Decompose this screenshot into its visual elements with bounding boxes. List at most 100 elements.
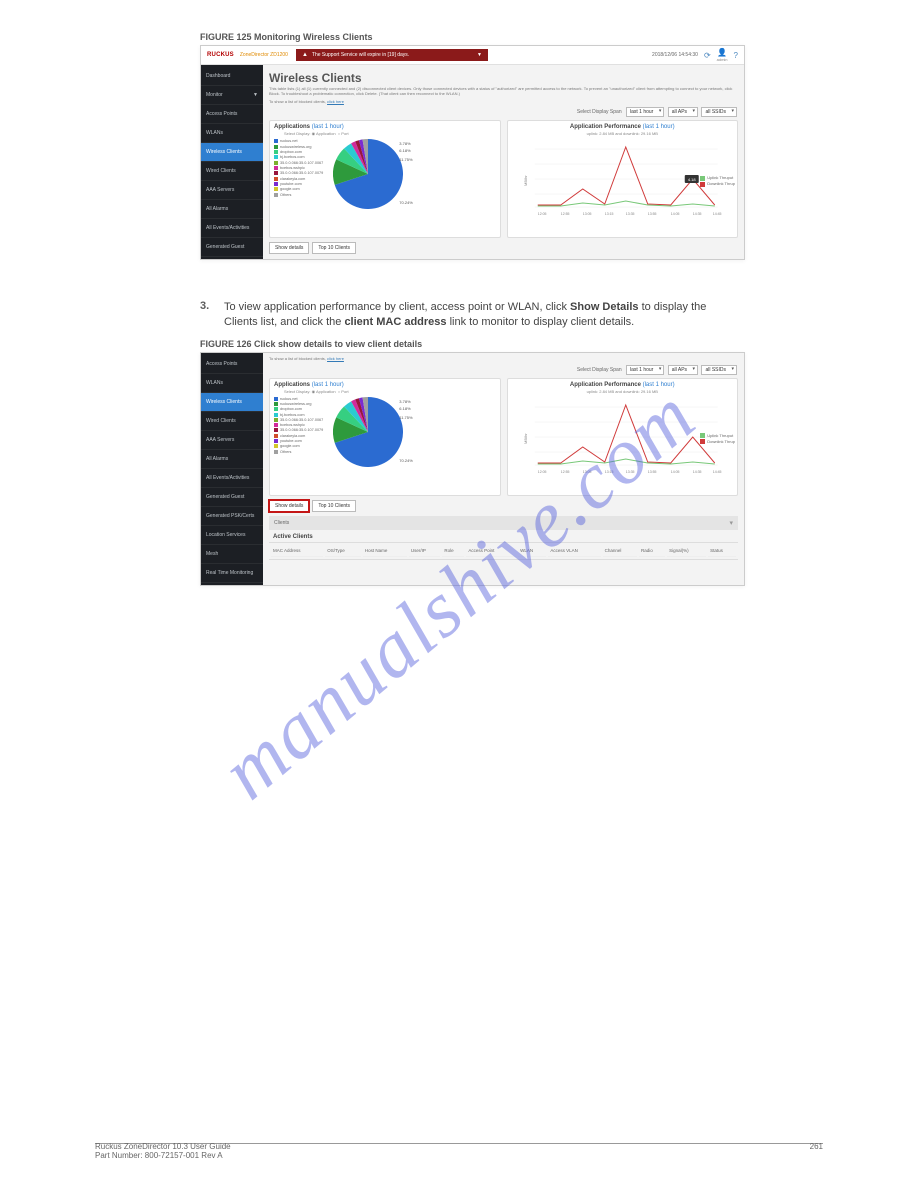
blocked-clients-note: To show a list of blocked clients, click…	[269, 100, 738, 105]
expire-banner[interactable]: ▲ The Support Service will expire in [19…	[296, 49, 488, 61]
sidebar: Dashboard Monitor▼ Access Points WLANs W…	[201, 65, 263, 259]
pie-legend: ruckus.net ruckuswireless.org dropbox.co…	[274, 139, 323, 197]
sidebar-item-monitor[interactable]: Monitor▼	[201, 86, 263, 105]
click-here-link[interactable]: click here	[327, 356, 344, 361]
svg-text:13:05: 13:05	[582, 212, 591, 216]
active-clients-title: Active Clients	[273, 534, 738, 540]
svg-text:12:05: 12:05	[537, 470, 546, 474]
svg-text:13:05: 13:05	[582, 470, 591, 474]
svg-text:13:35: 13:35	[625, 470, 634, 474]
sidebar-2: Access Points WLANs Wireless Clients Wir…	[201, 353, 263, 585]
sidebar-item-dashboard[interactable]: Dashboard	[201, 67, 263, 86]
screenshot-1: RUCKUS ZoneDirector ZD1200 ▲ The Support…	[200, 45, 745, 260]
filter-bar-2: Select Display Span last 1 hour all APs …	[269, 365, 738, 375]
filter-label: Select Display Span	[577, 109, 622, 115]
ap-select[interactable]: all APs	[668, 365, 698, 375]
show-details-button[interactable]: Show details	[269, 500, 309, 512]
col-radio[interactable]: Radio	[639, 545, 665, 557]
sidebar-item-alarms[interactable]: All Alarms	[201, 450, 263, 469]
ssid-select[interactable]: all SSIDs	[701, 365, 737, 375]
applications-display-toggle[interactable]: Select Display: ◉ Application ○ Port	[284, 131, 496, 136]
span-select[interactable]: last 1 hour	[626, 107, 664, 117]
sidebar-item-wlans[interactable]: WLANs	[201, 374, 263, 393]
svg-text:12:05: 12:05	[537, 212, 546, 216]
sidebar-item-wireless-clients[interactable]: Wireless Clients	[201, 393, 263, 412]
page-title: Wireless Clients	[269, 71, 738, 85]
tooltip: 4.18	[687, 177, 696, 182]
svg-text:14:35: 14:35	[692, 470, 701, 474]
col-role[interactable]: Role	[442, 545, 464, 557]
sidebar-item-accesspoints[interactable]: Access Points	[201, 105, 263, 124]
page-description: This table lists (1) all (1) currently c…	[269, 87, 738, 97]
svg-text:14:35: 14:35	[692, 212, 701, 216]
step-number: 3.	[200, 300, 224, 312]
sidebar-item-events[interactable]: All Events/Activities	[201, 469, 263, 488]
sidebar-item-guest[interactable]: Generated Guest	[201, 238, 263, 257]
applications-panel-2: Applications (last 1 hour) Select Displa…	[269, 378, 501, 496]
footer-left: Ruckus ZoneDirector 10.3 User Guide Part…	[95, 1142, 231, 1160]
sidebar-item-wired-clients[interactable]: Wired Clients	[201, 412, 263, 431]
brand-sub: ZoneDirector ZD1200	[240, 52, 288, 58]
brand-logo: RUCKUS	[207, 52, 234, 58]
sidebar-item-guest[interactable]: Generated Guest	[201, 488, 263, 507]
col-mac[interactable]: MAC Address	[271, 545, 323, 557]
svg-text:14:45: 14:45	[712, 212, 721, 216]
sidebar-item-aaa[interactable]: AAA Servers	[201, 181, 263, 200]
svg-text:13:35: 13:35	[625, 212, 634, 216]
blocked-clients-note-2: To show a list of blocked clients, click…	[269, 357, 738, 362]
collapse-icon[interactable]: ▾	[729, 519, 733, 527]
col-host[interactable]: Host Name	[363, 545, 407, 557]
page-footer: Ruckus ZoneDirector 10.3 User Guide Part…	[95, 1142, 823, 1160]
help-icon[interactable]: ?	[734, 51, 738, 60]
col-os[interactable]: OS/Type	[325, 545, 361, 557]
col-user[interactable]: User/IP	[409, 545, 441, 557]
sidebar-item-events[interactable]: All Events/Activities	[201, 219, 263, 238]
span-select[interactable]: last 1 hour	[626, 365, 664, 375]
step-3: 3. To view application performance by cl…	[200, 300, 743, 331]
svg-text:14:45: 14:45	[712, 470, 721, 474]
clients-table: MAC Address OS/Type Host Name User/IP Ro…	[269, 542, 738, 560]
col-signal[interactable]: Signal(%)	[667, 545, 706, 557]
chevron-down-icon[interactable]: ▼	[477, 52, 482, 58]
top10-button[interactable]: Top 10 Clients	[312, 500, 356, 512]
pie-chart	[333, 139, 403, 209]
sidebar-item-realtime[interactable]: Real Time Monitoring	[201, 564, 263, 583]
pie-labels: 3.78% 6.18% 11.75% 70.24%	[399, 139, 413, 205]
ssid-select[interactable]: all SSIDs	[701, 107, 737, 117]
sidebar-item-psk[interactable]: Generated PSK/Certs	[201, 507, 263, 526]
applications-title: Applications (last 1 hour)	[274, 124, 496, 130]
col-wlan[interactable]: WLAN	[518, 545, 546, 557]
show-details-button[interactable]: Show details	[269, 242, 309, 254]
sidebar-item-wireless-clients[interactable]: Wireless Clients	[201, 143, 263, 162]
footer-right: 261	[810, 1142, 823, 1160]
sidebar-item-accesspoints[interactable]: Access Points	[201, 355, 263, 374]
expire-text: The Support Service will expire in [19] …	[312, 52, 409, 58]
col-status[interactable]: Status	[708, 545, 736, 557]
sidebar-item-aaa[interactable]: AAA Servers	[201, 431, 263, 450]
user-icon[interactable]: 👤	[717, 48, 727, 57]
performance-panel-2: Application Performance (last 1 hour) up…	[507, 378, 739, 496]
fig1-caption: FIGURE 125 Monitoring Wireless Clients	[200, 32, 858, 42]
top10-button[interactable]: Top 10 Clients	[312, 242, 356, 254]
refresh-icon[interactable]: ⟳	[704, 51, 711, 60]
sidebar-item-mesh[interactable]: Mesh	[201, 545, 263, 564]
svg-text:14:05: 14:05	[670, 212, 679, 216]
click-here-link[interactable]: click here	[327, 99, 344, 104]
clients-header[interactable]: Clients ▾	[269, 516, 738, 530]
svg-text:13:15: 13:15	[604, 470, 613, 474]
sidebar-item-alarms[interactable]: All Alarms	[201, 200, 263, 219]
svg-text:12:55: 12:55	[560, 212, 569, 216]
svg-text:13:15: 13:15	[604, 212, 613, 216]
sidebar-item-wired-clients[interactable]: Wired Clients	[201, 162, 263, 181]
svg-text:13:55: 13:55	[647, 212, 656, 216]
sidebar-item-wlans[interactable]: WLANs	[201, 124, 263, 143]
sidebar-item-location[interactable]: Location Services	[201, 526, 263, 545]
col-ap[interactable]: Access Point	[466, 545, 516, 557]
fig2-caption: FIGURE 126 Click show details to view cl…	[200, 339, 858, 349]
ap-select[interactable]: all APs	[668, 107, 698, 117]
col-channel[interactable]: Channel	[603, 545, 637, 557]
col-vlan[interactable]: Access VLAN	[548, 545, 600, 557]
svg-text:12:55: 12:55	[560, 470, 569, 474]
performance-legend: Uplink Thruput Downlink Thrup	[700, 175, 735, 187]
svg-text:14:05: 14:05	[670, 470, 679, 474]
